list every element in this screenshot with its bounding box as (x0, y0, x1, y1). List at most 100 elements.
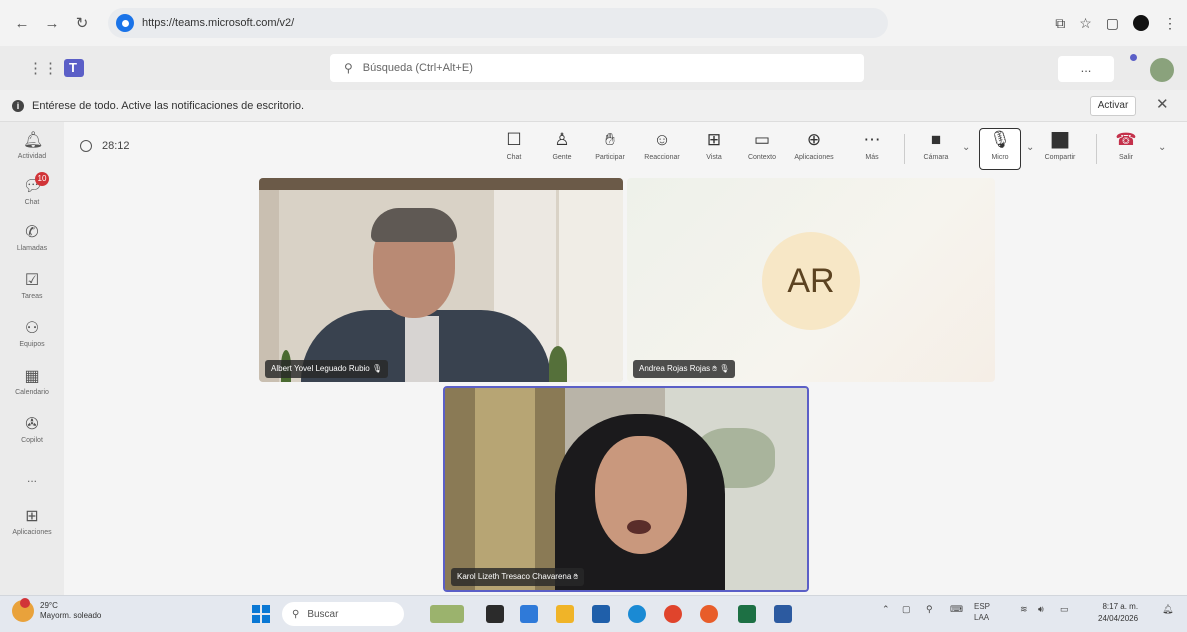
rail-item-copilot[interactable]: ✇ Copilot (0, 414, 64, 460)
tool-apps[interactable]: ⊕ Aplicaciones (792, 130, 836, 161)
language-code: ESP (974, 602, 991, 611)
back-icon[interactable]: ← (10, 11, 34, 35)
video-tile[interactable]: AR Andrea Rojas Rojas ✋︎ 🎙︎ (627, 178, 995, 382)
rail-item-equipos[interactable]: ⚇ Equipos (0, 318, 64, 364)
weather-widget[interactable]: 29°C Mayorm. soleado (12, 598, 101, 622)
more-icon: ... (26, 471, 37, 485)
toolbar-divider (904, 134, 905, 164)
rail-label: Equipos (19, 341, 45, 348)
rail-item-aplicaciones[interactable]: ⊞ Aplicaciones (0, 506, 64, 552)
tool-react[interactable]: ☺ Reaccionar (640, 130, 684, 161)
participant-name-tag: Andrea Rojas Rojas ✋︎ 🎙︎ (633, 360, 736, 378)
leave-button[interactable]: ☎ Salir (1104, 130, 1148, 161)
video-tile-active-speaker[interactable]: Karol Lizeth Tresaco Chavarena ✋︎ (443, 386, 809, 592)
activate-button[interactable]: Activar (1090, 96, 1136, 116)
search-input[interactable]: ⚲ Búsqueda (Ctrl+Alt+E) (330, 54, 864, 82)
rail-item-llamadas[interactable]: ✆ Llamadas (0, 222, 64, 268)
background (475, 388, 535, 590)
tool-raise-hand[interactable]: ✋︎ Participar (588, 130, 632, 161)
tool-label: Aplicaciones (794, 154, 834, 161)
rail-item-chat[interactable]: 💬︎ 10 Chat (0, 172, 64, 222)
weather-temp: 29°C (40, 601, 58, 610)
raise-hand-icon: ✋︎ (573, 572, 579, 581)
profile-avatar[interactable] (1133, 15, 1149, 31)
chat-icon: ☐ (506, 130, 522, 149)
rail-item-calendario[interactable]: ▦ Calendario (0, 366, 64, 412)
app-launcher-icon[interactable]: ⋮⋮⋮ (28, 59, 73, 77)
refresh-icon[interactable]: ↻ (70, 11, 94, 35)
people-icon: ♙ (554, 130, 570, 149)
toolbar-divider (1096, 134, 1097, 164)
excel-icon[interactable] (738, 605, 756, 623)
tool-label: Participar (595, 154, 625, 161)
video-tile[interactable]: Albert Yovel Leguado Rubio 🎙︎ (259, 178, 623, 382)
keyboard-icon[interactable]: ⌨ (950, 604, 963, 615)
participant-video (627, 520, 651, 534)
tool-chat[interactable]: ☐ Chat (492, 130, 536, 161)
taskbar-search[interactable]: ⚲ Buscar (282, 602, 404, 626)
shield-icon (80, 140, 92, 152)
participant-name: Andrea Rojas Rojas (639, 364, 711, 373)
tray-app-icon[interactable]: ⚲ (926, 604, 933, 615)
chevron-down-icon[interactable]: ⌄ (962, 142, 970, 153)
tasks-icon: ☑ (24, 272, 40, 289)
rail-label: Aplicaciones (12, 529, 52, 536)
address-bar[interactable]: https://teams.microsoft.com/v2/ (108, 8, 888, 38)
search-icon: ⚲ (344, 61, 353, 75)
background (259, 178, 623, 190)
file-explorer-icon[interactable] (556, 605, 574, 623)
raise-hand-icon: ✋︎ (605, 130, 615, 149)
raise-hand-icon: ✋︎ (712, 364, 717, 373)
rail-item-tareas[interactable]: ☑ Tareas (0, 270, 64, 316)
store-icon[interactable] (520, 605, 538, 623)
participant-name-tag: Karol Lizeth Tresaco Chavarena ✋︎ (451, 568, 585, 586)
extensions-icon[interactable]: ▢ (1106, 15, 1119, 32)
phone-icon: ✆ (25, 224, 39, 241)
weather-badge (20, 598, 30, 608)
start-button[interactable] (252, 605, 270, 623)
meeting-timer: 28:12 (80, 140, 130, 152)
task-view-icon[interactable] (486, 605, 504, 623)
favorite-star-icon[interactable]: ☆ (1079, 15, 1092, 32)
tool-label: Gente (552, 154, 572, 161)
volume-icon[interactable]: 🔊︎ (1038, 604, 1044, 615)
browser-toolbar: ← → ↻ https://teams.microsoft.com/v2/ ⧉ … (0, 0, 1187, 46)
word-icon[interactable] (774, 605, 792, 623)
browser-menu-icon[interactable]: ⋮ (1163, 15, 1177, 32)
camera-button[interactable]: ■ Cámara (914, 130, 958, 161)
chrome-icon[interactable] (664, 605, 682, 623)
share-icon: ⬛︎ (1051, 130, 1069, 149)
taskbar-search-placeholder: Buscar (307, 608, 339, 620)
mic-button-content[interactable]: 🎙︎ Micro (978, 130, 1022, 161)
banner-text: Entérese de todo. Active las notificacio… (32, 99, 305, 112)
chevron-up-icon[interactable]: ⌃ (882, 604, 890, 615)
clock[interactable]: 8:17 a. m. 24/04/2026 (1098, 601, 1138, 625)
app-icon[interactable] (592, 605, 610, 623)
tool-people[interactable]: ♙ Gente (540, 130, 584, 161)
hang-up-icon: ☎ (1115, 130, 1137, 149)
close-icon[interactable]: ✕ (1156, 95, 1169, 113)
firefox-icon[interactable] (700, 605, 718, 623)
wifi-icon[interactable]: ≋ (1020, 604, 1028, 615)
tray-app-icon[interactable]: ▢ (902, 604, 911, 615)
notes-icon: ▭ (753, 130, 771, 149)
edge-icon[interactable] (628, 605, 646, 623)
notification-icon[interactable]: 🔔︎ (1162, 604, 1173, 615)
tool-more[interactable]: ⋯ Más (850, 130, 894, 161)
tool-notes[interactable]: ▭ Contexto (740, 130, 784, 161)
user-avatar[interactable] (1150, 58, 1174, 82)
cast-icon[interactable]: ⧉ (1055, 15, 1065, 32)
background (559, 190, 623, 382)
battery-icon[interactable]: ▭ (1060, 604, 1069, 615)
forward-icon[interactable]: → (40, 11, 64, 35)
chevron-down-icon[interactable]: ⌄ (1158, 142, 1166, 153)
notification-dot (1130, 54, 1137, 61)
more-options-button[interactable]: ... (1058, 56, 1114, 82)
share-button[interactable]: ⬛︎ Compartir (1038, 130, 1082, 161)
widgets-icon[interactable] (430, 605, 464, 623)
language-indicator[interactable]: ESP LAA (974, 601, 990, 623)
react-icon: ☺ (653, 130, 671, 149)
tool-view[interactable]: ⊞ Vista (692, 130, 736, 161)
rail-item-actividad[interactable]: 🔔︎ Actividad (0, 130, 64, 176)
chevron-down-icon[interactable]: ⌄ (1026, 142, 1034, 153)
